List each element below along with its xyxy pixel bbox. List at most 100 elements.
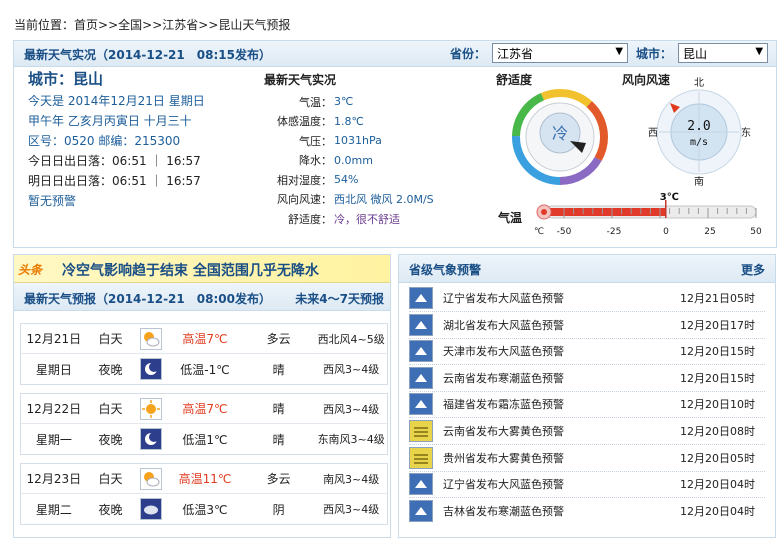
alert-item[interactable]: 天津市发布大风蓝色预警 12月20日15时 <box>409 338 769 364</box>
dropdown-arrow-icon: ▼ <box>755 46 764 57</box>
headline-banner[interactable]: 头条 冷空气影响趋于结束 全国范围几乎无降水 <box>14 255 390 283</box>
frost-warning-icon <box>409 393 433 416</box>
breadcrumb-province-link[interactable]: 江苏省 <box>162 18 198 32</box>
alert-text[interactable]: 天津市发布大风蓝色预警 <box>443 343 675 359</box>
alert-text[interactable]: 湖北省发布大风蓝色预警 <box>443 317 675 333</box>
today-sunrise-sunset: 今日日出日落：06:51 ｜ 16:57 <box>28 154 201 168</box>
breadcrumb-current: 昆山天气预报 <box>218 18 291 32</box>
city-select[interactable]: 昆山 ▼ <box>678 43 769 63</box>
wind-warning-icon <box>409 313 433 336</box>
alert-text[interactable]: 辽宁省发布大风蓝色预警 <box>443 290 675 306</box>
weather-desc: 阴 <box>272 502 285 517</box>
alert-date: 12月20日08时 <box>680 425 755 438</box>
alert-item[interactable]: 吉林省发布寒潮蓝色预警 12月20日04时 <box>409 498 769 524</box>
alert-item[interactable]: 云南省发布大雾黄色预警 12月20日08时 <box>409 418 769 444</box>
extended-forecast-link[interactable]: 未来4～7天预报 <box>295 290 384 307</box>
current-weather-panel: 最新天气实况（2014-12-21 08:15发布） 省份： 江苏省 ▼ 城市：… <box>13 40 777 248</box>
city-info: 城市：昆山 今天是 2014年12月21日 星期日 甲午年 乙亥月丙寅日 十月三… <box>28 69 205 211</box>
alert-item[interactable]: 福建省发布霜冻蓝色预警 12月20日10时 <box>409 391 769 417</box>
wind-warning-icon <box>409 340 433 363</box>
fog-warning-icon <box>409 446 433 469</box>
forecast-weekday: 星期二 <box>35 502 72 517</box>
city-select-group: 城市： 昆山 ▼ <box>636 43 769 63</box>
breadcrumb-country-link[interactable]: 全国 <box>118 18 142 32</box>
observation-title: 最新天气实况 <box>264 73 337 87</box>
forecast-day-row: 12月23日 白天 高温11℃ 多云 南风3~4级 <box>21 464 387 494</box>
obs-key: 体感温度： <box>277 115 332 129</box>
wind-speed-value: 2.0 <box>687 119 710 134</box>
forecast-date: 12月23日 <box>26 472 82 486</box>
headline-tag: 头条 <box>18 263 43 277</box>
alert-item[interactable]: 湖北省发布大风蓝色预警 12月20日17时 <box>409 312 769 338</box>
alert-text[interactable]: 云南省发布大雾黄色预警 <box>443 423 675 439</box>
alerts-more-link[interactable]: 更多 <box>741 261 765 278</box>
alert-text[interactable]: 云南省发布寒潮蓝色预警 <box>443 370 675 386</box>
temperature-gauge: 3℃ ℃ -50 -25 0 25 50 <box>534 192 762 237</box>
current-weather-title: 最新天气实况（2014-12-21 08:15发布） <box>24 48 271 62</box>
wind-warning-icon <box>409 473 433 496</box>
wind-desc: 南风3~4级 <box>323 472 380 486</box>
high-temp: 高温11℃ <box>178 472 232 486</box>
forecast-day-row: 12月21日 白天 高温7℃ 多云 西北风4~5级 <box>21 324 387 354</box>
dropdown-arrow-icon: ▼ <box>615 46 624 57</box>
forecast-day-row: 12月22日 白天 高温7℃ 晴 西风3~4级 <box>21 394 387 424</box>
comfort-gauge: 冷 <box>512 89 608 185</box>
period-label: 白天 <box>98 402 123 416</box>
today-date: 今天是 2014年12月21日 星期日 <box>28 94 205 108</box>
temp-axis-tick: 0 <box>663 227 669 237</box>
alert-text[interactable]: 吉林省发布寒潮蓝色预警 <box>443 503 675 519</box>
observation-block: 最新天气实况 气温： 3℃ 体感温度： 1.8℃ 气压： 1031hPa 降水： 0.0… <box>264 71 434 229</box>
alert-text[interactable]: 福建省发布霜冻蓝色预警 <box>443 396 675 412</box>
forecast-night-row: 星期日 夜晚 低温-1℃ 晴 西风3~4级 <box>21 354 387 384</box>
forecast-day: 12月22日 白天 高温7℃ 晴 西风3~4级 星期一 夜晚 低温1℃ 晴 东南… <box>20 393 388 455</box>
cold-wave-warning-icon <box>409 366 433 389</box>
weather-desc: 晴 <box>272 432 285 447</box>
city-label: 城市： <box>636 46 673 61</box>
obs-key: 相对湿度： <box>277 173 332 187</box>
weather-desc: 晴 <box>272 402 285 416</box>
weather-desc: 晴 <box>272 362 285 377</box>
alert-item[interactable]: 贵州省发布大雾黄色预警 12月20日05时 <box>409 445 769 471</box>
temp-axis-unit: ℃ <box>534 227 544 237</box>
partly-cloudy-icon <box>140 467 163 490</box>
wind-compass: 北 南 西 东 2.0 m/s <box>648 77 751 187</box>
weather-desc: 多云 <box>266 332 291 346</box>
compass-north: 北 <box>694 77 704 89</box>
forecast-weekday: 星期日 <box>35 362 72 377</box>
forecast-weekday: 星期一 <box>35 432 72 447</box>
compass-west: 西 <box>648 128 658 139</box>
obs-value: 54% <box>334 173 359 187</box>
alert-date: 12月20日04时 <box>680 478 755 492</box>
low-temp: 低温3℃ <box>182 502 228 517</box>
alert-item[interactable]: 云南省发布寒潮蓝色预警 12月20日15时 <box>409 365 769 391</box>
province-select-group: 省份： 江苏省 ▼ <box>450 43 629 63</box>
breadcrumb-prefix: 当前位置： <box>14 18 75 32</box>
period-label: 白天 <box>98 332 123 346</box>
province-select[interactable]: 江苏省 ▼ <box>492 43 629 63</box>
alert-item[interactable]: 辽宁省发布大风蓝色预警 12月21日05时 <box>409 285 769 311</box>
obs-key: 舒适度： <box>288 212 332 226</box>
alert-text[interactable]: 辽宁省发布大风蓝色预警 <box>443 476 675 492</box>
wind-desc: 西风3~4级 <box>323 363 380 376</box>
period-label: 夜晚 <box>98 432 123 447</box>
alert-item[interactable]: 辽宁省发布大风蓝色预警 12月20日04时 <box>409 471 769 497</box>
cold-wave-warning-icon <box>409 499 433 522</box>
compass-east: 东 <box>741 126 751 139</box>
low-temp: 低温1℃ <box>182 432 228 447</box>
headline-link[interactable]: 冷空气影响趋于结束 全国范围几乎无降水 <box>62 260 319 280</box>
province-select-value: 江苏省 <box>497 47 534 61</box>
period-label: 夜晚 <box>98 502 123 517</box>
obs-value: 3℃ <box>334 95 354 109</box>
temp-axis-tick: -50 <box>557 227 572 237</box>
alert-text[interactable]: 贵州省发布大雾黄色预警 <box>443 450 675 466</box>
partly-cloudy-icon <box>140 327 163 350</box>
wind-warning-icon <box>409 287 433 309</box>
observation-table: 气温： 3℃ 体感温度： 1.8℃ 气压： 1031hPa 降水： 0.0mm 相对湿度… <box>264 92 434 229</box>
breadcrumb-home-link[interactable]: 首页 <box>74 18 98 32</box>
obs-key: 气压： <box>299 134 332 148</box>
wind-desc: 西风3~4级 <box>323 503 380 516</box>
high-temp: 高温7℃ <box>182 332 228 346</box>
lunar-date: 甲午年 乙亥月丙寅日 十月三十 <box>28 114 192 128</box>
breadcrumb-separator: >> <box>142 18 163 32</box>
forecast-header: 最新天气预报（2014-12-21 08:00发布） 未来4～7天预报 <box>14 283 390 311</box>
